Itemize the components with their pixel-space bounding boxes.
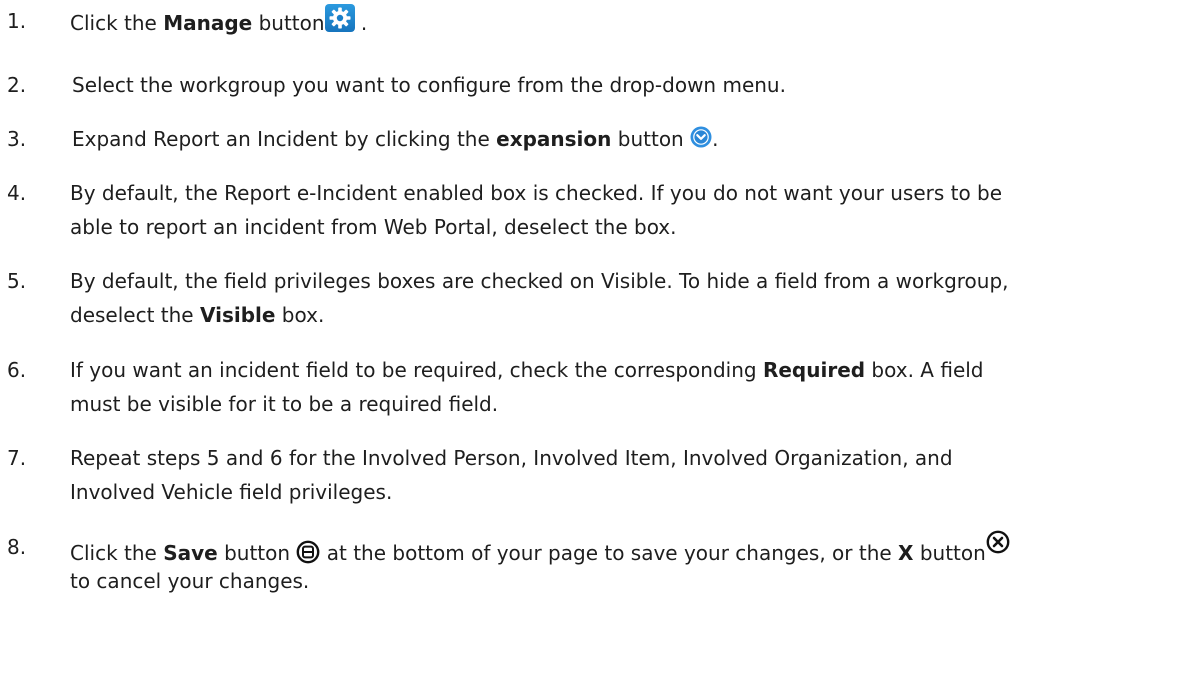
step-text-line-2: able to report an incident from Web Port… xyxy=(70,215,677,239)
step-text-line-1: If you want an incident field to be requ… xyxy=(70,358,984,382)
step-text-line-2: deselect the Visible box. xyxy=(70,303,325,327)
visible-label: Visible xyxy=(199,303,276,327)
required-label: Required xyxy=(762,358,866,382)
step-text-line-1: By default, the field privileges boxes a… xyxy=(70,269,1009,293)
step-number: 8. xyxy=(7,535,27,559)
step-text-line-2: to cancel your changes. xyxy=(70,569,310,593)
step-text-line-2: must be visible for it to be a required … xyxy=(70,392,499,416)
step-number: 6. xyxy=(7,358,27,382)
step-text-line-1: By default, the Report e-Incident enable… xyxy=(70,181,1003,205)
save-circle-icon xyxy=(296,540,320,564)
chevron-down-circle-icon xyxy=(690,126,712,148)
close-circle-icon xyxy=(986,530,1010,554)
step-number: 5. xyxy=(7,269,27,293)
step-text-line-2: Involved Vehicle field privileges. xyxy=(70,480,393,504)
manage-label: Manage xyxy=(163,11,253,35)
step-number: 7. xyxy=(7,446,27,470)
save-label: Save xyxy=(163,541,218,565)
step-number: 3. xyxy=(7,127,27,151)
step-text: Select the workgroup you want to configu… xyxy=(72,73,786,97)
step-text: Expand Report an Incident by clicking th… xyxy=(72,126,719,151)
gear-icon xyxy=(324,4,355,32)
step-number: 2. xyxy=(7,73,27,97)
step-number: 1. xyxy=(7,9,27,33)
expansion-label: expansion xyxy=(496,127,612,151)
x-label: X xyxy=(898,541,914,565)
step-text-line-1: Repeat steps 5 and 6 for the Involved Pe… xyxy=(70,446,953,470)
instruction-steps: 1. Click the Manage button . 2. Select t… xyxy=(0,0,1179,681)
step-number: 4. xyxy=(7,181,27,205)
step-text: Click the Manage button . xyxy=(70,4,367,40)
